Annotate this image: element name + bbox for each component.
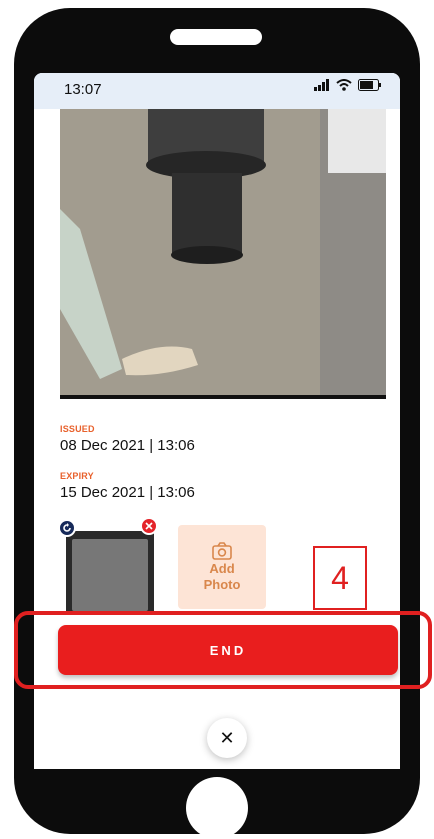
- refresh-photo-icon[interactable]: [58, 519, 76, 537]
- thumbnail-image: [72, 539, 148, 611]
- signal-icon: [314, 79, 329, 91]
- battery-icon: [358, 79, 381, 91]
- step-annotation: 4: [313, 546, 367, 610]
- close-icon[interactable]: ✕: [207, 718, 247, 758]
- ground-photo-image: [60, 109, 386, 399]
- camera-icon: [212, 542, 232, 560]
- phone-speaker: [170, 29, 262, 45]
- status-time: 13:07: [64, 81, 102, 98]
- add-photo-label-1: Add: [209, 561, 235, 576]
- system-icons: [314, 79, 382, 91]
- home-button[interactable]: [186, 777, 248, 839]
- add-photo-label-2: Photo: [203, 577, 241, 592]
- add-photo-button[interactable]: Add Photo: [178, 525, 266, 609]
- end-button-highlight: [14, 611, 432, 689]
- issued-label: ISSUED: [60, 424, 95, 434]
- ticket-photo[interactable]: [60, 109, 386, 399]
- photo-thumbnail[interactable]: [66, 531, 154, 611]
- wifi-icon: [336, 79, 352, 91]
- remove-photo-icon[interactable]: [140, 517, 158, 535]
- issued-value: 08 Dec 2021 | 13:06: [60, 437, 195, 454]
- status-bar: 13:07: [34, 73, 400, 109]
- expiry-value: 15 Dec 2021 | 13:06: [60, 484, 195, 501]
- expiry-label: EXPIRY: [60, 471, 94, 481]
